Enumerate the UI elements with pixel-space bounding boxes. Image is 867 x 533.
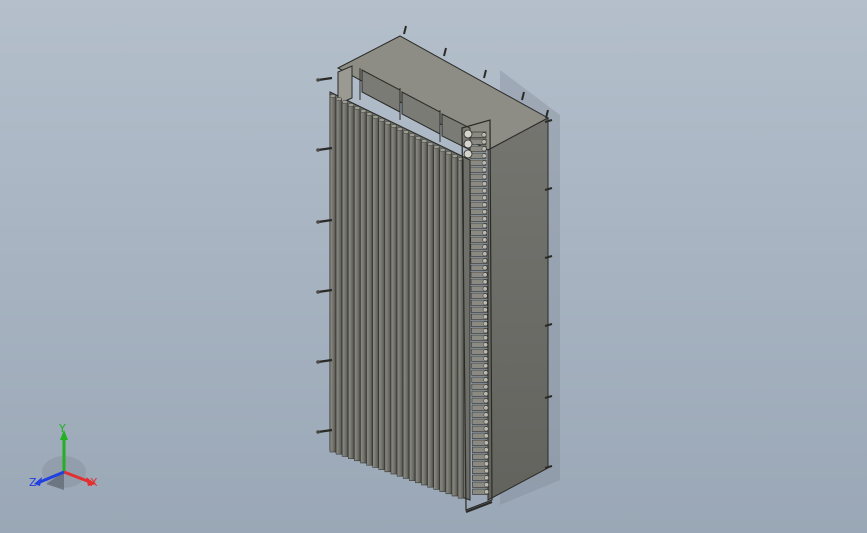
triad-y-label: Y — [59, 422, 66, 435]
triad-axis-icon[interactable] — [0, 0, 867, 533]
triad-x-label: X — [90, 476, 98, 489]
graphics-viewport[interactable]: Y X Z — [0, 0, 867, 533]
triad-z-label: Z — [29, 476, 37, 489]
